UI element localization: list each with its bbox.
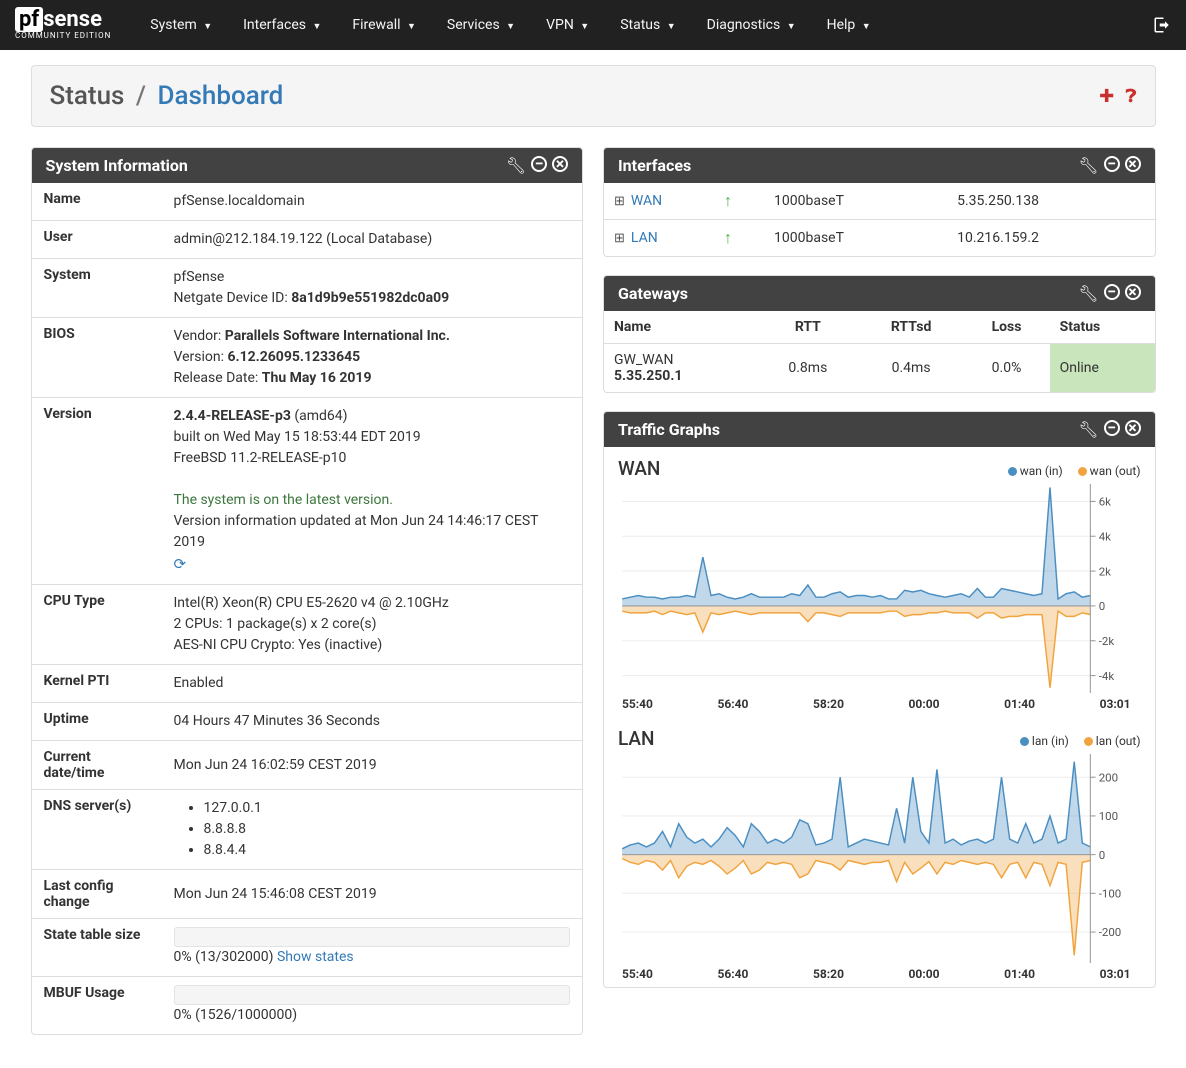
minimize-icon[interactable]: − bbox=[1104, 420, 1120, 436]
interface-row: ⊞LAN ↑ 1000baseT 10.216.159.2 bbox=[604, 220, 1155, 257]
network-icon: ⊞ bbox=[614, 231, 625, 246]
svg-text:2k: 2k bbox=[1099, 564, 1111, 578]
breadcrumb-main: Status bbox=[50, 81, 125, 111]
traffic-chart: -4k -2k 0 2k 4k 6k bbox=[618, 484, 1141, 693]
traffic-chart: -200 -100 0 100 200 bbox=[618, 754, 1141, 963]
panel-interfaces: Interfaces 🔧︎ − × ⊞WAN ↑ 1000baseT 5.35.… bbox=[603, 147, 1156, 257]
nav-item-help[interactable]: Help ▼ bbox=[813, 3, 885, 47]
x-axis-labels: 55:4056:4058:2000:0001:4003:01 bbox=[618, 693, 1141, 711]
nav-item-system[interactable]: System ▼ bbox=[136, 3, 226, 47]
panel-gateways: Gateways 🔧︎ − × NameRTTRTTsdLossStatusGW… bbox=[603, 275, 1156, 393]
svg-text:0: 0 bbox=[1099, 599, 1105, 613]
minimize-icon[interactable]: − bbox=[1104, 156, 1120, 172]
interface-row: ⊞WAN ↑ 1000baseT 5.35.250.138 bbox=[604, 183, 1155, 220]
panel-title: System Information bbox=[46, 156, 188, 175]
mbuf-progress bbox=[174, 985, 571, 1005]
wrench-icon[interactable]: 🔧︎ bbox=[1078, 420, 1098, 439]
traffic-graph-lan: LAN lan (in) lan (out) -200-1000100200 5… bbox=[604, 717, 1155, 987]
close-icon[interactable]: × bbox=[1125, 156, 1141, 172]
refresh-icon[interactable]: ⟳ bbox=[174, 555, 187, 573]
nav-items: System ▼Interfaces ▼Firewall ▼Services ▼… bbox=[136, 3, 1153, 47]
svg-text:200: 200 bbox=[1099, 770, 1118, 784]
x-axis-labels: 55:4056:4058:2000:0001:4003:01 bbox=[618, 963, 1141, 981]
svg-text:4k: 4k bbox=[1099, 529, 1111, 543]
close-icon[interactable]: × bbox=[552, 156, 568, 172]
nav-item-status[interactable]: Status ▼ bbox=[606, 3, 689, 47]
close-icon[interactable]: × bbox=[1125, 284, 1141, 300]
logo[interactable]: pfsense COMMUNITY EDITION bbox=[15, 10, 111, 41]
svg-text:-2k: -2k bbox=[1099, 634, 1115, 648]
caret-down-icon: ▼ bbox=[312, 22, 321, 32]
minimize-icon[interactable]: − bbox=[531, 156, 547, 172]
breadcrumb-sub[interactable]: Dashboard bbox=[158, 81, 284, 111]
gateway-row: GW_WAN5.35.250.10.8ms0.4ms0.0%Online bbox=[604, 344, 1155, 393]
wrench-icon[interactable]: 🔧︎ bbox=[1078, 156, 1098, 175]
network-icon: ⊞ bbox=[614, 194, 625, 209]
close-icon[interactable]: × bbox=[1125, 420, 1141, 436]
panel-traffic-graphs: Traffic Graphs 🔧︎ − × WAN wan (in) wan (… bbox=[603, 411, 1156, 988]
nav-item-services[interactable]: Services ▼ bbox=[433, 3, 529, 47]
graph-title: LAN bbox=[618, 727, 655, 750]
nav-item-diagnostics[interactable]: Diagnostics ▼ bbox=[693, 3, 810, 47]
nav-item-firewall[interactable]: Firewall ▼ bbox=[338, 3, 430, 47]
nav-item-vpn[interactable]: VPN ▼ bbox=[532, 3, 603, 47]
svg-text:-200: -200 bbox=[1099, 925, 1122, 939]
nav-item-interfaces[interactable]: Interfaces ▼ bbox=[229, 3, 335, 47]
svg-text:0: 0 bbox=[1099, 848, 1105, 862]
caret-down-icon: ▼ bbox=[506, 22, 515, 32]
minimize-icon[interactable]: − bbox=[1104, 284, 1120, 300]
show-states-link[interactable]: Show states bbox=[277, 949, 354, 965]
svg-text:100: 100 bbox=[1099, 809, 1118, 823]
top-navbar: pfsense COMMUNITY EDITION System ▼Interf… bbox=[0, 0, 1186, 50]
state-progress bbox=[174, 927, 571, 947]
graph-title: WAN bbox=[618, 457, 660, 480]
caret-down-icon: ▼ bbox=[862, 22, 871, 32]
svg-text:6k: 6k bbox=[1099, 495, 1111, 509]
caret-down-icon: ▼ bbox=[407, 22, 416, 32]
add-widget-icon[interactable]: ✚ bbox=[1099, 86, 1114, 107]
wrench-icon[interactable]: 🔧︎ bbox=[506, 156, 526, 175]
svg-text:-4k: -4k bbox=[1099, 669, 1115, 683]
panel-title: Traffic Graphs bbox=[618, 420, 720, 439]
up-arrow-icon: ↑ bbox=[724, 228, 732, 247]
panel-system-information: System Information 🔧︎ − × NamepfSense.lo… bbox=[31, 147, 584, 1035]
caret-down-icon: ▼ bbox=[787, 22, 796, 32]
panel-title: Gateways bbox=[618, 284, 688, 303]
caret-down-icon: ▼ bbox=[667, 22, 676, 32]
logout-icon[interactable] bbox=[1153, 16, 1171, 34]
breadcrumb: Status / Dashboard ✚ ❓︎ bbox=[31, 65, 1156, 127]
interface-link[interactable]: WAN bbox=[631, 193, 662, 209]
panel-title: Interfaces bbox=[618, 156, 691, 175]
up-arrow-icon: ↑ bbox=[724, 191, 732, 210]
help-icon[interactable]: ❓︎ bbox=[1126, 86, 1137, 107]
svg-text:-100: -100 bbox=[1099, 887, 1122, 901]
caret-down-icon: ▼ bbox=[203, 22, 212, 32]
interface-link[interactable]: LAN bbox=[631, 230, 658, 246]
traffic-graph-wan: WAN wan (in) wan (out) -4k-2k02k4k6k 55:… bbox=[604, 447, 1155, 717]
wrench-icon[interactable]: 🔧︎ bbox=[1078, 284, 1098, 303]
caret-down-icon: ▼ bbox=[580, 22, 589, 32]
